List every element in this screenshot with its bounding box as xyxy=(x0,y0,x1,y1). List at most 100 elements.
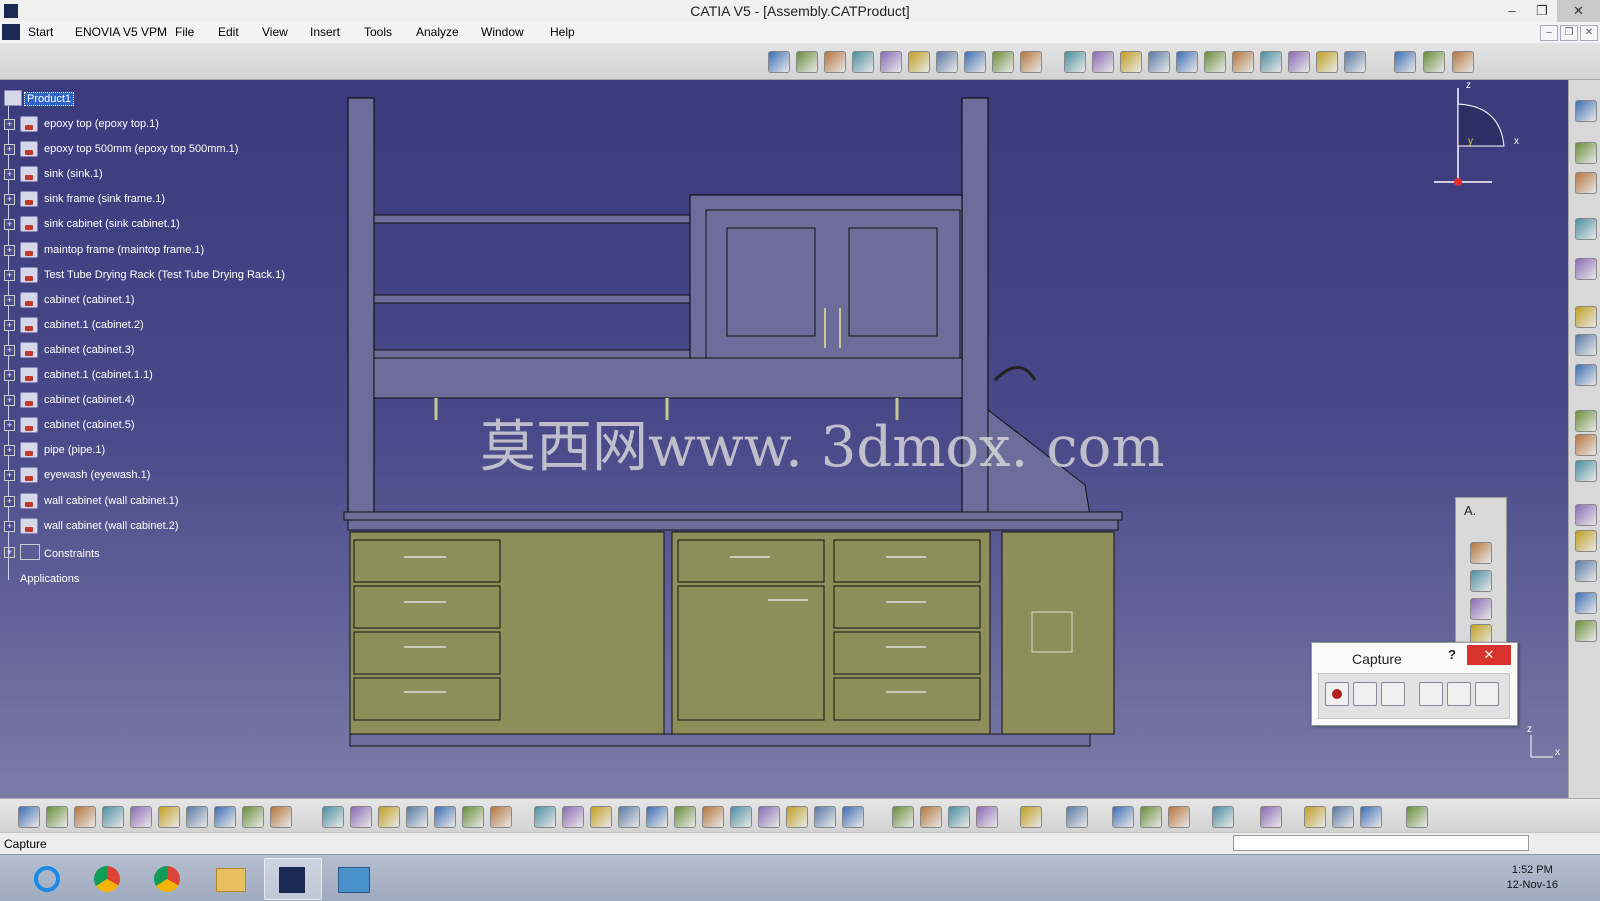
menu-tools[interactable]: Tools xyxy=(364,25,392,39)
workbench-tool-icon[interactable] xyxy=(1575,530,1597,552)
toolbar-tool-icon[interactable] xyxy=(1394,51,1416,73)
catia-logo-icon[interactable] xyxy=(2,24,20,40)
workbench-tool-icon[interactable] xyxy=(1575,258,1597,280)
select-mode-icon[interactable] xyxy=(1353,682,1377,706)
record-icon[interactable] xyxy=(1325,682,1349,706)
toolbar-tool-icon[interactable] xyxy=(242,806,264,828)
toolbar-tool-icon[interactable] xyxy=(1204,51,1226,73)
annotation-tool-icon[interactable] xyxy=(1470,598,1492,620)
toolbar-tool-icon[interactable] xyxy=(186,806,208,828)
toolbar-tool-icon[interactable] xyxy=(1316,51,1338,73)
workbench-tool-icon[interactable] xyxy=(1575,218,1597,240)
print-capture-icon[interactable] xyxy=(1475,682,1499,706)
taskbar-clock[interactable]: 1:52 PM 12-Nov-16 xyxy=(1507,863,1558,893)
workbench-tool-icon[interactable] xyxy=(1575,460,1597,482)
menu-view[interactable]: View xyxy=(262,25,288,39)
workbench-tool-icon[interactable] xyxy=(1575,364,1597,386)
toolbar-tool-icon[interactable] xyxy=(158,806,180,828)
close-button[interactable]: ✕ xyxy=(1557,0,1600,22)
toolbar-tool-icon[interactable] xyxy=(562,806,584,828)
toolbar-tool-icon[interactable] xyxy=(406,806,428,828)
toolbar-tool-icon[interactable] xyxy=(1344,51,1366,73)
workbench-tool-icon[interactable] xyxy=(1575,504,1597,526)
toolbar-tool-icon[interactable] xyxy=(1020,806,1042,828)
toolbar-tool-icon[interactable] xyxy=(1176,51,1198,73)
annotation-tool-icon[interactable] xyxy=(1470,570,1492,592)
toolbar-tool-icon[interactable] xyxy=(462,806,484,828)
toolbar-tool-icon[interactable] xyxy=(534,806,556,828)
toolbar-tool-icon[interactable] xyxy=(74,806,96,828)
image-viewer-icon[interactable] xyxy=(326,858,382,898)
workbench-tool-icon[interactable] xyxy=(1575,592,1597,614)
workbench-tool-icon[interactable] xyxy=(1575,172,1597,194)
toolbar-tool-icon[interactable] xyxy=(1212,806,1234,828)
toolbar-tool-icon[interactable] xyxy=(814,806,836,828)
menu-window[interactable]: Window xyxy=(481,25,524,39)
workbench-tool-icon[interactable] xyxy=(1575,100,1597,122)
minimize-button[interactable]: – xyxy=(1497,0,1527,22)
workbench-tool-icon[interactable] xyxy=(1575,410,1597,432)
toolbar-tool-icon[interactable] xyxy=(214,806,236,828)
menu-edit[interactable]: Edit xyxy=(218,25,239,39)
chrome-icon[interactable] xyxy=(80,858,136,898)
toolbar-tool-icon[interactable] xyxy=(824,51,846,73)
toolbar-tool-icon[interactable] xyxy=(1020,51,1042,73)
toolbar-tool-icon[interactable] xyxy=(1066,806,1088,828)
toolbar-tool-icon[interactable] xyxy=(1288,51,1310,73)
command-input[interactable] xyxy=(1233,835,1529,851)
menu-insert[interactable]: Insert xyxy=(310,25,340,39)
toolbar-tool-icon[interactable] xyxy=(786,806,808,828)
album-icon[interactable] xyxy=(1447,682,1471,706)
toolbar-tool-icon[interactable] xyxy=(702,806,724,828)
toolbar-tool-icon[interactable] xyxy=(1360,806,1382,828)
toolbar-tool-icon[interactable] xyxy=(1092,51,1114,73)
toolbar-tool-icon[interactable] xyxy=(434,806,456,828)
menu-analyze[interactable]: Analyze xyxy=(416,25,459,39)
toolbar-tool-icon[interactable] xyxy=(908,51,930,73)
catia-taskbar-icon[interactable] xyxy=(264,858,322,900)
toolbar-tool-icon[interactable] xyxy=(130,806,152,828)
workbench-tool-icon[interactable] xyxy=(1575,434,1597,456)
workbench-tool-icon[interactable] xyxy=(1575,142,1597,164)
toolbar-tool-icon[interactable] xyxy=(920,806,942,828)
toolbar-tool-icon[interactable] xyxy=(490,806,512,828)
capture-help-button[interactable]: ? xyxy=(1448,647,1456,662)
mdi-close-button[interactable]: ✕ xyxy=(1580,25,1598,41)
toolbar-tool-icon[interactable] xyxy=(1140,806,1162,828)
mdi-restore-button[interactable]: ❐ xyxy=(1560,25,1578,41)
toolbar-tool-icon[interactable] xyxy=(270,806,292,828)
text-annotation-button[interactable]: A. xyxy=(1464,503,1476,518)
capture-screen-icon[interactable] xyxy=(1419,682,1443,706)
toolbar-tool-icon[interactable] xyxy=(46,806,68,828)
toolbar-tool-icon[interactable] xyxy=(1304,806,1326,828)
toolbar-tool-icon[interactable] xyxy=(892,806,914,828)
toolbar-tool-icon[interactable] xyxy=(976,806,998,828)
toolbar-tool-icon[interactable] xyxy=(322,806,344,828)
toolbar-tool-icon[interactable] xyxy=(1112,806,1134,828)
menu-file[interactable]: File xyxy=(175,25,194,39)
file-explorer-icon[interactable] xyxy=(202,858,258,898)
toolbar-tool-icon[interactable] xyxy=(1452,51,1474,73)
toolbar-tool-icon[interactable] xyxy=(1260,51,1282,73)
toolbar-tool-icon[interactable] xyxy=(992,51,1014,73)
toolbar-tool-icon[interactable] xyxy=(880,51,902,73)
capture-close-button[interactable]: ✕ xyxy=(1467,645,1511,665)
toolbar-tool-icon[interactable] xyxy=(1260,806,1282,828)
mdi-minimize-button[interactable]: – xyxy=(1540,25,1558,41)
workbench-tool-icon[interactable] xyxy=(1575,334,1597,356)
menu-enovia[interactable]: ENOVIA V5 VPM xyxy=(75,25,167,39)
toolbar-tool-icon[interactable] xyxy=(1064,51,1086,73)
toolbar-tool-icon[interactable] xyxy=(1332,806,1354,828)
restore-button[interactable]: ❐ xyxy=(1527,0,1557,22)
toolbar-tool-icon[interactable] xyxy=(1423,51,1445,73)
ie-icon[interactable] xyxy=(20,858,76,898)
toolbar-tool-icon[interactable] xyxy=(1232,51,1254,73)
workbench-tool-icon[interactable] xyxy=(1575,560,1597,582)
toolbar-tool-icon[interactable] xyxy=(18,806,40,828)
toolbar-tool-icon[interactable] xyxy=(674,806,696,828)
options-icon[interactable] xyxy=(1381,682,1405,706)
toolbar-tool-icon[interactable] xyxy=(842,806,864,828)
toolbar-tool-icon[interactable] xyxy=(102,806,124,828)
toolbar-tool-icon[interactable] xyxy=(1148,51,1170,73)
toolbar-tool-icon[interactable] xyxy=(936,51,958,73)
